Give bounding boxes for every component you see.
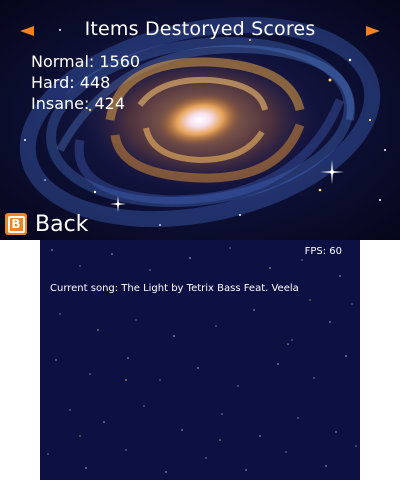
arrow-right-icon[interactable] <box>366 26 380 36</box>
score-normal: Normal: 1560 <box>31 52 141 71</box>
score-insane: Insane: 424 <box>31 94 125 113</box>
b-button-icon: B <box>5 213 27 235</box>
top-screen: Items Destoryed Scores Normal: 1560 Hard… <box>0 0 400 240</box>
page-title: Items Destoryed Scores <box>84 18 316 40</box>
bottom-screen: FPS: 60 Current song: The Light by Tetri… <box>40 240 360 480</box>
b-button-letter: B <box>7 215 25 233</box>
score-hard: Hard: 448 <box>31 73 111 92</box>
fps-counter: FPS: 60 <box>304 246 342 257</box>
scores-list: Normal: 1560 Hard: 448 Insane: 424 <box>31 51 140 114</box>
back-label: Back <box>35 211 89 237</box>
starfield-background <box>47 247 357 473</box>
back-button[interactable]: B Back <box>5 210 88 238</box>
current-song-text: Current song: The Light by Tetrix Bass F… <box>50 283 299 294</box>
